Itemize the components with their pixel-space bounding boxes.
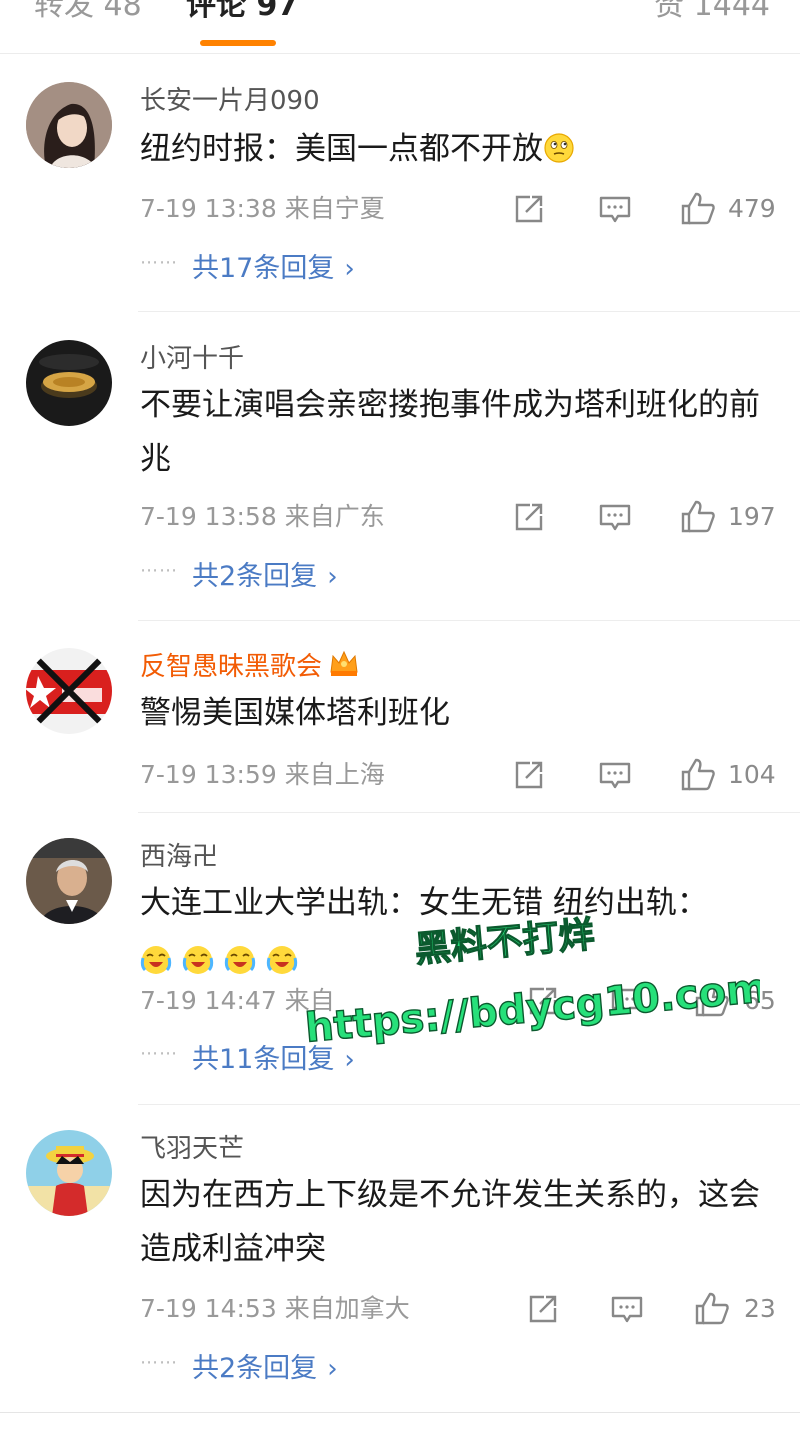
share-icon[interactable] <box>512 500 546 534</box>
comment-time: 7-19 13:59 <box>140 760 277 789</box>
comment-icon[interactable] <box>598 500 632 534</box>
tab-comments[interactable]: 评论 97 <box>186 0 298 26</box>
like-count: 23 <box>744 1294 776 1323</box>
thumbs-up-icon[interactable] <box>694 982 730 1017</box>
comment-icon[interactable] <box>598 192 632 226</box>
divider <box>0 1412 800 1413</box>
avatar[interactable] <box>26 648 112 734</box>
comment-time: 7-19 13:38 <box>140 194 277 223</box>
comment-icon[interactable] <box>610 984 644 1018</box>
comment-meta: 7-19 13:38 来自宁夏 <box>140 192 385 226</box>
crying-laughing-emoji-icon <box>224 946 255 974</box>
comment-text-content: 纽约时报：美国一点都不开放 <box>140 131 543 167</box>
crown-badge-icon <box>330 650 358 676</box>
share-icon[interactable] <box>526 1292 560 1326</box>
view-replies-link[interactable]: ⋯⋯ 共17条回复 › <box>140 252 355 286</box>
comment-text: 警惕美国媒体塔利班化 <box>140 695 450 731</box>
view-replies-link[interactable]: ⋯⋯ 共2条回复 › <box>140 1352 338 1386</box>
comment-time: 7-19 14:53 <box>140 1294 277 1323</box>
like-count: 197 <box>728 502 776 531</box>
comment-text: 大连工业大学出轨：女生无错 纽约出轨： <box>140 876 780 974</box>
comment-username[interactable]: 西海卍 <box>140 840 218 874</box>
avatar[interactable] <box>26 82 112 168</box>
divider <box>138 311 800 312</box>
thumbs-up-icon[interactable] <box>680 498 716 533</box>
thumbs-up-icon[interactable] <box>680 756 716 791</box>
active-tab-indicator <box>200 40 276 46</box>
comment-location: 来自加拿大 <box>284 1294 410 1323</box>
view-replies-link[interactable]: ⋯⋯ 共2条回复 › <box>140 560 338 594</box>
comment-username[interactable]: 长安一片月090 <box>140 84 320 118</box>
avatar[interactable] <box>26 1130 112 1216</box>
share-icon[interactable] <box>526 984 560 1018</box>
tab-reposts[interactable]: 转发 48 <box>34 0 142 26</box>
crying-laughing-emoji-icon <box>182 946 214 974</box>
avatar[interactable] <box>26 340 112 426</box>
divider <box>138 1104 800 1105</box>
divider <box>138 620 800 621</box>
crying-laughing-emoji-icon <box>266 946 297 974</box>
comment-text: 因为在西方上下级是不允许发生关系的，这会造成利益冲突 <box>140 1177 760 1267</box>
comment-meta: 7-19 14:53 来自加拿大 <box>140 1292 410 1326</box>
comment-location: 来自上海 <box>284 760 385 789</box>
dots: ⋯⋯ <box>140 1043 178 1064</box>
comment-username[interactable]: 小河十千 <box>140 342 244 376</box>
comment-username[interactable]: 飞羽天芒 <box>140 1132 244 1166</box>
chevron-right-icon: › <box>327 562 338 592</box>
dots: ⋯⋯ <box>140 560 178 581</box>
comment-tabs-bar: 转发 48 评论 97 赞 1444 <box>0 0 800 54</box>
comment-meta: 7-19 13:58 来自广东 <box>140 500 385 534</box>
avatar[interactable] <box>26 838 112 924</box>
share-icon[interactable] <box>512 192 546 226</box>
thinking-emoji-icon <box>544 133 574 163</box>
dots: ⋯⋯ <box>140 252 178 273</box>
chevron-right-icon: › <box>344 1045 355 1075</box>
like-count: 65 <box>744 986 776 1015</box>
like-count: 104 <box>728 760 776 789</box>
comment-text: 不要让演唱会亲密搂抱事件成为塔利班化的前兆 <box>140 387 760 477</box>
dots: ⋯⋯ <box>140 1352 178 1373</box>
thumbs-up-icon[interactable] <box>680 190 716 225</box>
comment-meta: 7-19 14:47 来自 <box>140 984 335 1018</box>
tab-likes[interactable]: 赞 1444 <box>654 0 770 26</box>
comment-text-content: 大连工业大学出轨：女生无错 纽约出轨： <box>140 885 708 921</box>
chevron-right-icon: › <box>327 1354 338 1384</box>
like-count: 479 <box>728 194 776 223</box>
share-icon[interactable] <box>512 758 546 792</box>
replies-count-label: 共2条回复 <box>192 1353 318 1384</box>
comment-time: 7-19 14:47 <box>140 986 277 1015</box>
comment-username[interactable]: 反智愚昧黑歌会 <box>140 648 360 684</box>
comment-time: 7-19 13:58 <box>140 502 277 531</box>
chevron-right-icon: › <box>344 254 355 284</box>
replies-count-label: 共2条回复 <box>192 561 318 592</box>
emoji-row <box>140 930 780 974</box>
replies-count-label: 共17条回复 <box>192 253 335 284</box>
comment-location: 来自宁夏 <box>284 194 385 223</box>
comment-location: 来自广东 <box>284 502 385 531</box>
vip-username-text: 反智愚昧黑歌会 <box>140 652 323 682</box>
crying-laughing-emoji-icon <box>140 946 172 974</box>
divider <box>138 812 800 813</box>
comment-icon[interactable] <box>610 1292 644 1326</box>
comment-text: 纽约时报：美国一点都不开放 <box>140 122 780 176</box>
replies-count-label: 共11条回复 <box>192 1044 335 1075</box>
thumbs-up-icon[interactable] <box>694 1290 730 1325</box>
comment-location: 来自 <box>284 986 335 1015</box>
comment-meta: 7-19 13:59 来自上海 <box>140 758 385 792</box>
view-replies-link[interactable]: ⋯⋯ 共11条回复 › <box>140 1043 355 1077</box>
comment-icon[interactable] <box>598 758 632 792</box>
